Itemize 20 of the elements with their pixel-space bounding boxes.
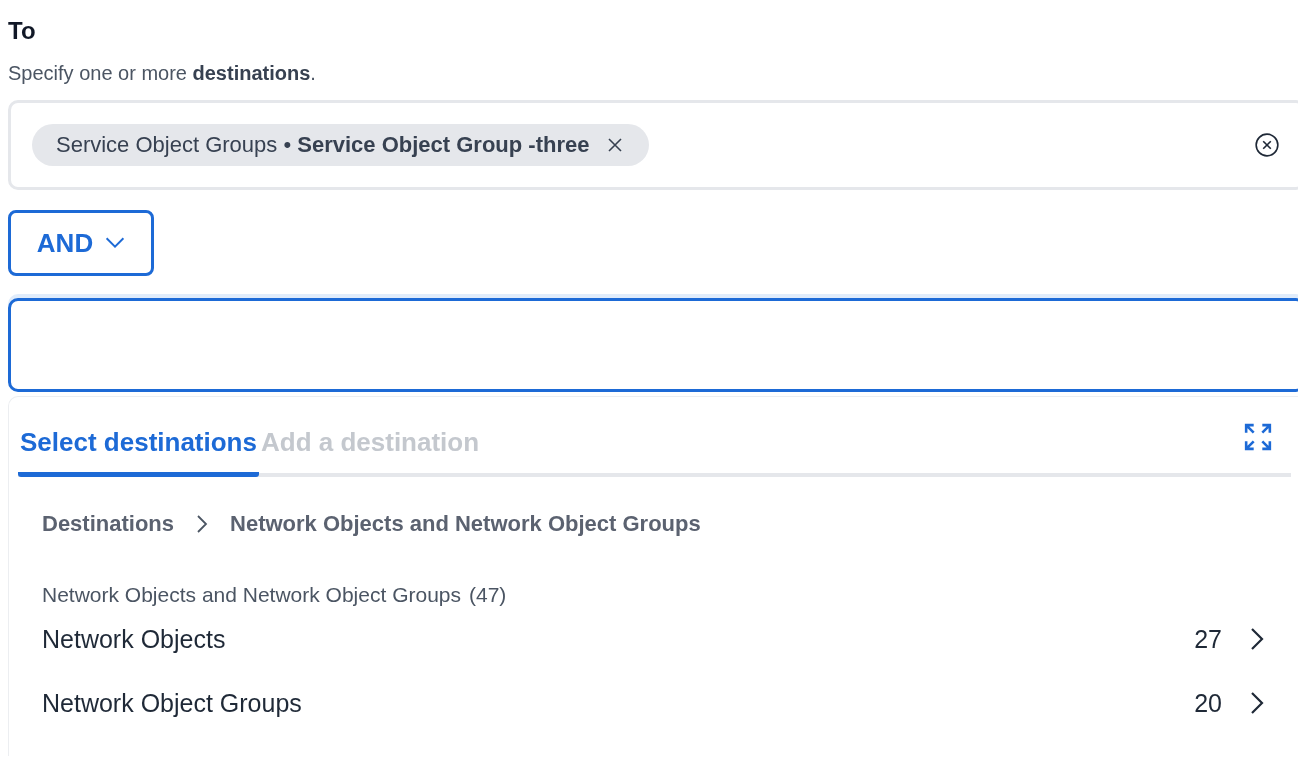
category-list-item[interactable]: Network Object Groups 20 <box>18 671 1298 735</box>
chevron-right-icon <box>1250 627 1264 651</box>
chevron-right-icon <box>1250 691 1264 715</box>
selected-chip[interactable]: Service Object Groups • Service Object Group -three <box>32 124 650 166</box>
expand-icon[interactable] <box>1244 423 1272 451</box>
close-icon[interactable] <box>607 137 624 153</box>
chevron-right-icon <box>196 514 209 534</box>
destination-field[interactable]: Service Object Groups • Service Object Group -three <box>8 100 1298 190</box>
breadcrumb-link[interactable]: Destinations <box>42 511 175 537</box>
breadcrumb-link[interactable]: Network Objects and Network Object Groups <box>230 511 701 537</box>
section-count: (47) <box>469 583 507 607</box>
section-title: Network Objects and Network Object Groups <box>42 583 461 607</box>
search-field[interactable] <box>8 298 1298 392</box>
operator-dropdown[interactable]: AND <box>8 210 154 276</box>
section-heading: To <box>8 16 37 46</box>
caret-icon <box>105 237 126 249</box>
tab[interactable]: Select destinations <box>18 417 259 477</box>
clear-icon[interactable] <box>1254 132 1280 158</box>
category-list-item[interactable]: Network Objects 27 <box>18 607 1298 671</box>
description-text: Specify one or more destinations. <box>8 61 317 86</box>
